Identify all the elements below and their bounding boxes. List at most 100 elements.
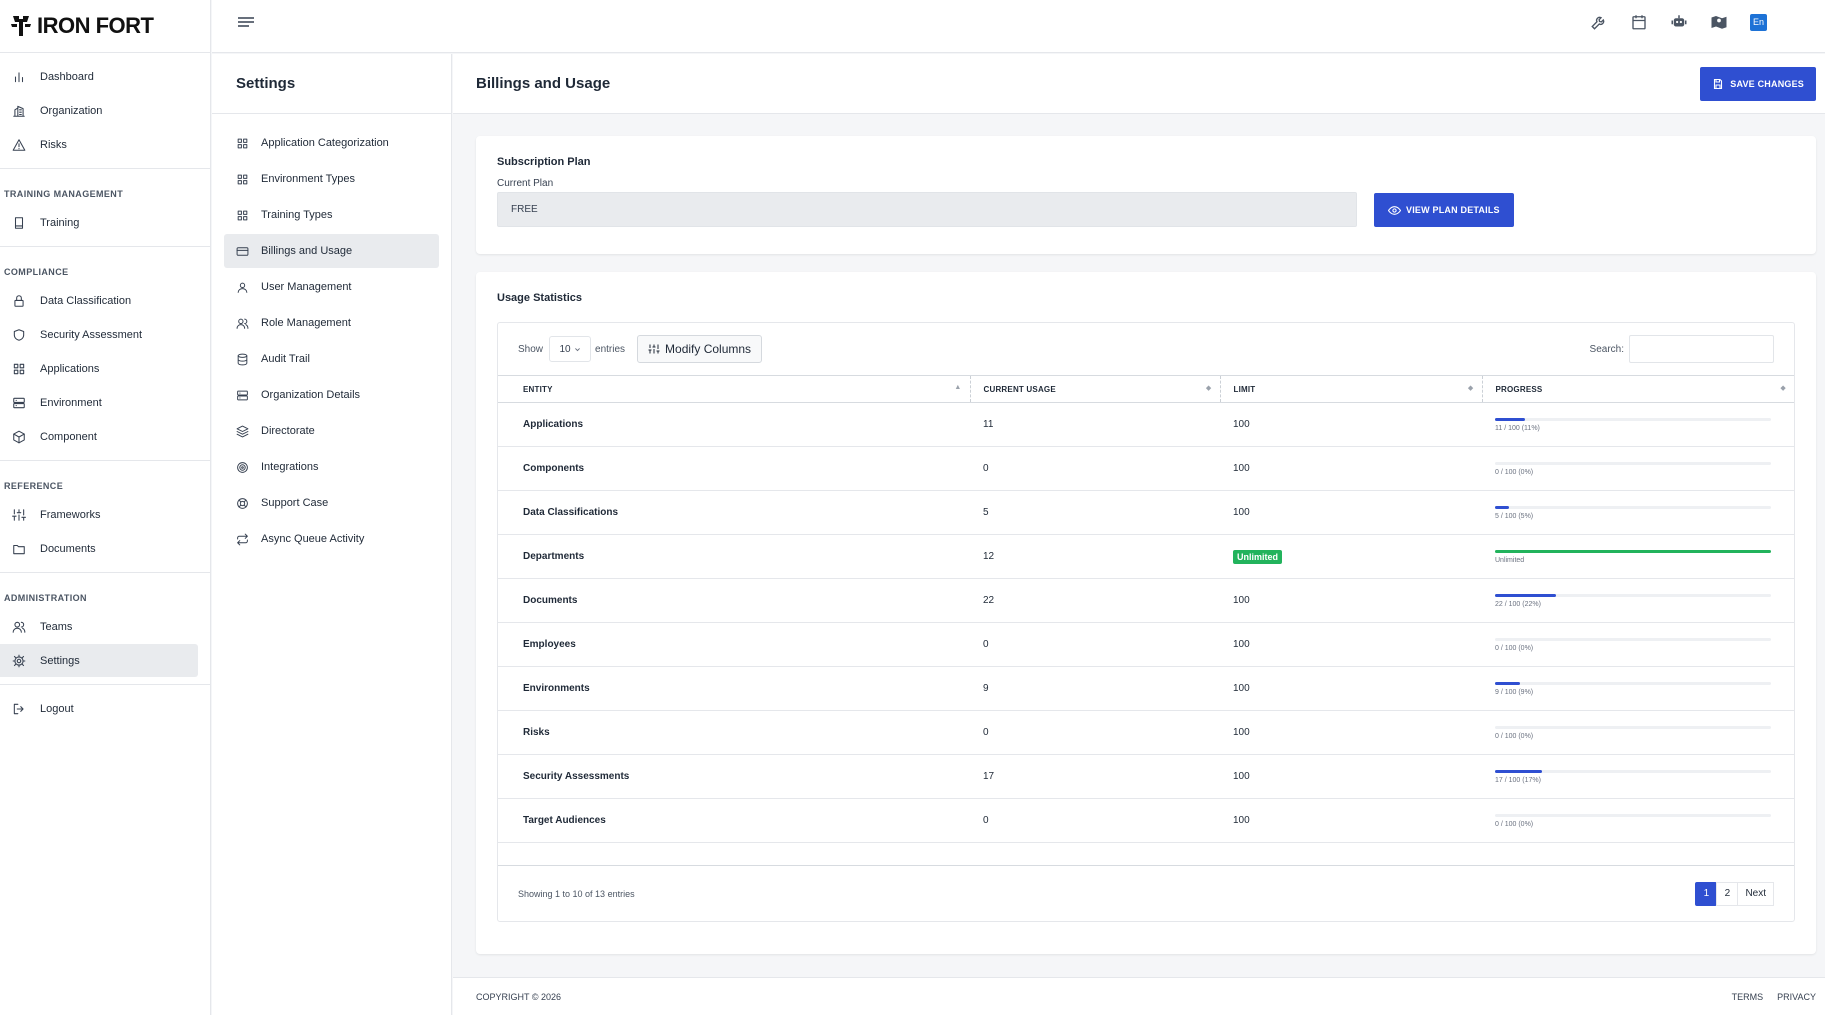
topbar-actions: En xyxy=(1568,13,1767,31)
robot-icon[interactable] xyxy=(1670,13,1688,31)
progress-bar-fill xyxy=(1495,593,1556,597)
credit-card-icon xyxy=(236,245,249,258)
sidebar-item-label: Applications xyxy=(40,362,100,375)
settings-item-training-types[interactable]: Training Types xyxy=(224,198,439,232)
entries-label: entries xyxy=(595,343,626,355)
terms-link[interactable]: TERMS xyxy=(1732,992,1764,1002)
sidebar-item-data-classification[interactable]: Data Classification xyxy=(0,284,198,317)
limit-cell: 100 xyxy=(1220,711,1482,755)
show-label: Show xyxy=(518,343,544,355)
brand[interactable]: IRON FORT xyxy=(0,0,210,53)
sidebar-item-dashboard[interactable]: Dashboard xyxy=(0,60,198,93)
column-header-limit[interactable]: LIMIT ◆ xyxy=(1220,375,1483,403)
settings-item-label: Environment Types xyxy=(261,173,355,185)
current-usage-cell: 5 xyxy=(983,507,989,518)
settings-item-directorate[interactable]: Directorate xyxy=(224,414,439,448)
progress-bar xyxy=(1495,637,1771,641)
calendar-icon[interactable] xyxy=(1630,13,1648,31)
settings-item-user-management[interactable]: User Management xyxy=(224,270,439,304)
sidebar-item-label: Training xyxy=(40,216,80,229)
pagination: 1 2 Next xyxy=(1695,881,1774,906)
table-row: Employees 0 100 0 / 100 (0%) xyxy=(498,623,1794,667)
settings-item-audit-trail[interactable]: Audit Trail xyxy=(224,342,439,376)
sidebar-item-security-assessment[interactable]: Security Assessment xyxy=(0,318,198,351)
settings-item-label: Role Management xyxy=(261,317,351,329)
sidebar-item-training[interactable]: Training xyxy=(0,206,198,239)
sidebar-item-label: Environment xyxy=(40,396,102,409)
modify-columns-button[interactable]: Modify Columns xyxy=(637,335,763,363)
column-header-progress[interactable]: PROGRESS ◆ xyxy=(1482,376,1794,403)
entity-cell: Employees xyxy=(523,639,576,650)
page-title: Billings and Usage xyxy=(476,75,611,92)
sort-asc-icon: ▲ xyxy=(954,384,962,391)
progress-cell: 0 / 100 (0%) xyxy=(1482,447,1794,491)
settings-item-support-case[interactable]: Support Case xyxy=(224,486,439,520)
column-header-current-usage[interactable]: CURRENT USAGE ◆ xyxy=(970,375,1221,403)
settings-panel: Settings Application Categorization Envir… xyxy=(212,54,452,1015)
column-header-entity[interactable]: ENTITY ▲ xyxy=(498,375,971,403)
progress-text: 0 / 100 (0%) xyxy=(1495,644,1534,652)
settings-item-billings-and-usage[interactable]: Billings and Usage xyxy=(224,234,439,268)
table-row: Environments 9 100 9 / 100 (9%) xyxy=(498,667,1794,711)
chart-icon xyxy=(12,70,26,84)
limit-value: 100 xyxy=(1233,507,1250,518)
page-button-2[interactable]: 2 xyxy=(1716,881,1739,906)
page-button-1[interactable]: 1 xyxy=(1695,881,1718,906)
next-page-button[interactable]: Next xyxy=(1737,881,1774,906)
search-label: Search: xyxy=(1589,343,1624,355)
sidebar-item-teams[interactable]: Teams xyxy=(0,610,198,643)
page-size-select[interactable]: 10 xyxy=(549,336,592,362)
privacy-link[interactable]: PRIVACY xyxy=(1777,992,1816,1002)
limit-cell: 100 xyxy=(1220,799,1482,843)
limit-value: 100 xyxy=(1233,727,1250,738)
save-changes-button[interactable]: SAVE CHANGES xyxy=(1700,66,1816,101)
table-row: Security Assessments 17 100 17 / 100 (17%) xyxy=(498,755,1794,799)
settings-item-label: Directorate xyxy=(261,425,315,437)
settings-title: Settings xyxy=(212,54,451,114)
grid-icon xyxy=(12,362,26,376)
sidebar-item-frameworks[interactable]: Frameworks xyxy=(0,498,198,531)
nav-group: REFERENCE Frameworks Documents xyxy=(0,461,210,573)
menu-icon[interactable] xyxy=(236,15,256,31)
sidebar-item-environment[interactable]: Environment xyxy=(0,386,198,419)
progress-cell: 0 / 100 (0%) xyxy=(1482,711,1794,755)
sidebar-item-logout[interactable]: Logout xyxy=(0,692,198,725)
iron-fort-logo-icon xyxy=(11,15,31,37)
sidebar-item-settings[interactable]: Settings xyxy=(0,644,198,677)
progress-bar xyxy=(1495,769,1771,773)
settings-item-environment-types[interactable]: Environment Types xyxy=(224,162,439,196)
settings-item-organization-details[interactable]: Organization Details xyxy=(224,378,439,412)
repeat-icon xyxy=(236,533,249,546)
server-icon xyxy=(12,396,26,410)
sidebar-item-component[interactable]: Component xyxy=(0,420,198,453)
users-icon xyxy=(236,317,249,330)
view-plan-details-button[interactable]: VIEW PLAN DETAILS xyxy=(1374,192,1514,227)
entity-cell: Data Classifications xyxy=(523,507,619,518)
table-row: Documents 22 100 22 / 100 (22%) xyxy=(498,579,1794,623)
nav-groups: Dashboard Organization Risks TRAINING MANAG… xyxy=(0,53,210,732)
sidebar-item-label: Risks xyxy=(40,138,67,151)
lifebuoy-icon xyxy=(236,497,249,510)
map-icon[interactable] xyxy=(1710,13,1728,31)
organization-icon xyxy=(12,104,26,118)
settings-item-integrations[interactable]: Integrations xyxy=(224,450,439,484)
sidebar-item-risks[interactable]: Risks xyxy=(0,128,198,161)
settings-item-async-queue-activity[interactable]: Async Queue Activity xyxy=(224,522,439,556)
usage-table: ENTITY ▲ CURRENT USAGE ◆ LIMIT ◆ PROGRESS ◆ … xyxy=(498,375,1794,843)
sidebar-item-label: Component xyxy=(40,430,97,443)
progress-text: 9 / 100 (9%) xyxy=(1495,688,1534,696)
search-input[interactable] xyxy=(1629,335,1774,363)
settings-item-application-categorization[interactable]: Application Categorization xyxy=(224,126,439,160)
sidebar-item-documents[interactable]: Documents xyxy=(0,532,198,565)
sidebar-item-applications[interactable]: Applications xyxy=(0,352,198,385)
current-usage-cell: 0 xyxy=(983,727,989,738)
settings-item-label: Training Types xyxy=(261,209,333,221)
language-switch[interactable]: En xyxy=(1750,13,1767,31)
settings-item-label: Support Case xyxy=(261,497,329,509)
settings-item-role-management[interactable]: Role Management xyxy=(224,306,439,340)
save-icon xyxy=(1712,78,1724,90)
progress-cell: 9 / 100 (9%) xyxy=(1482,667,1794,711)
warning-icon xyxy=(12,138,26,152)
sidebar-item-organization[interactable]: Organization xyxy=(0,94,198,127)
wrench-icon[interactable] xyxy=(1590,13,1608,31)
